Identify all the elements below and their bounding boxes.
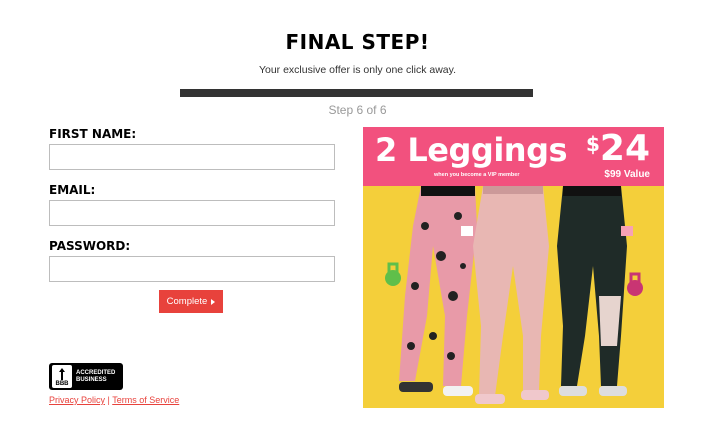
caret-right-icon — [211, 298, 216, 305]
leggings-models-photo — [363, 186, 664, 408]
email-input[interactable] — [49, 200, 335, 226]
promo-price: $24 — [586, 128, 650, 169]
complete-button[interactable]: Complete — [159, 290, 223, 313]
bbb-line-1: ACCREDITED — [76, 369, 116, 376]
footer-separator: | — [107, 395, 110, 405]
signup-form: FIRST NAME: EMAIL: PASSWORD: — [49, 127, 339, 295]
bbb-seal-icon: BBB — [52, 365, 72, 388]
page-title: FINAL STEP! — [285, 30, 430, 54]
value-note: $99 Value — [604, 169, 650, 180]
first-name-input[interactable] — [49, 144, 335, 170]
terms-of-service-link[interactable]: Terms of Service — [112, 395, 179, 405]
progress-bar — [180, 89, 533, 97]
promo-banner: 2 Leggings $24 when you become a VIP mem… — [363, 127, 664, 186]
page-subtitle: Your exclusive offer is only one click a… — [258, 64, 457, 76]
bbb-accredited-badge[interactable]: BBB ACCREDITED BUSINESS — [49, 363, 123, 390]
torch-icon — [59, 368, 65, 380]
bbb-seal-text: BBB — [55, 381, 69, 387]
password-input[interactable] — [49, 256, 335, 282]
privacy-policy-link[interactable]: Privacy Policy — [49, 395, 105, 405]
first-name-label: FIRST NAME: — [49, 127, 137, 141]
step-indicator: Step 6 of 6 — [328, 103, 387, 117]
email-label: EMAIL: — [49, 183, 96, 197]
vip-note: when you become a VIP member — [434, 172, 520, 178]
footer-links: Privacy Policy | Terms of Service — [49, 395, 179, 405]
complete-button-label: Complete — [166, 296, 208, 307]
promo-image: 2 Leggings $24 when you become a VIP mem… — [363, 127, 664, 408]
bbb-line-2: BUSINESS — [76, 376, 107, 383]
promo-headline: 2 Leggings — [375, 131, 568, 169]
price-amount: 24 — [599, 128, 650, 169]
password-label: PASSWORD: — [49, 239, 131, 253]
price-currency: $ — [585, 132, 600, 156]
